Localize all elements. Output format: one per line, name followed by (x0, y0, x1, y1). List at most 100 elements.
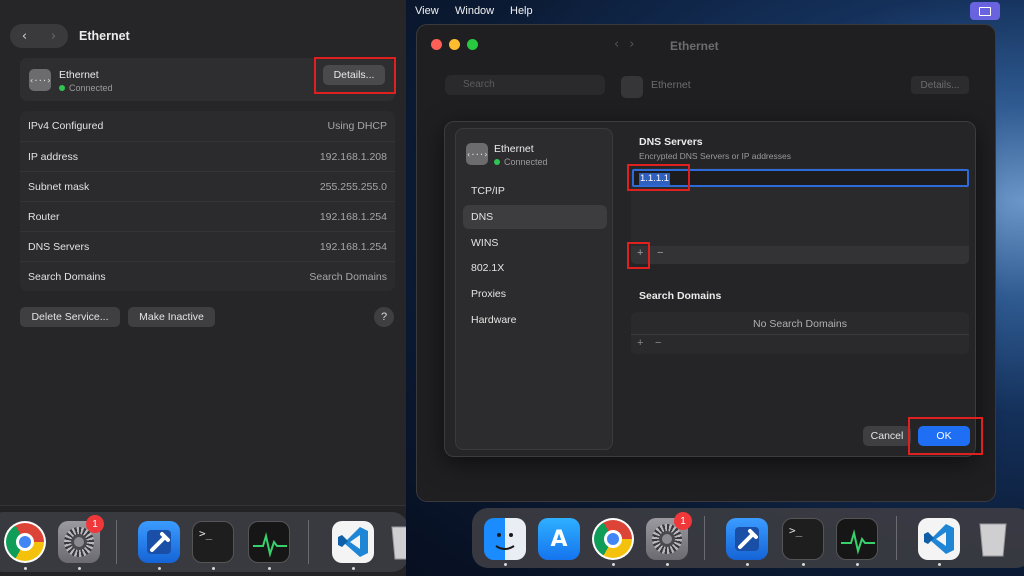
running-indicator (938, 563, 941, 566)
dns-add-remove-bar: + − (631, 246, 969, 264)
background-details-button: Details... (911, 76, 969, 94)
xcode-icon[interactable] (726, 518, 768, 560)
background-nav-arrows-icon: ‹› (614, 37, 645, 52)
terminal-icon[interactable]: >_ (782, 518, 824, 560)
details-sidebar: ‹···› Ethernet Connected TCP/IP DNS WINS… (455, 128, 613, 450)
network-info-card: IPv4 Configured Using DHCP IP address 192.… (20, 111, 395, 291)
dns-remove-button[interactable]: − (657, 247, 663, 259)
activity-monitor-icon[interactable] (248, 521, 290, 563)
running-indicator (856, 563, 859, 566)
info-label: IPv4 Configured (28, 120, 104, 132)
sidebar-item-wins[interactable]: WINS (463, 231, 607, 255)
dock-separator (308, 520, 309, 564)
left-screenshot-pane: ‹ › Ethernet ‹···› Ethernet Connected De… (0, 0, 406, 576)
info-row: IP address 192.168.1.208 (20, 141, 395, 171)
running-indicator (158, 567, 161, 570)
info-row: Search Domains Search Domains (20, 261, 395, 291)
back-arrow-icon[interactable]: ‹ (22, 29, 27, 44)
highlight-box-add (627, 242, 650, 269)
help-button[interactable]: ? (374, 307, 394, 327)
sidebar-item-dns[interactable]: DNS (463, 205, 607, 229)
running-indicator (612, 563, 615, 566)
dock-separator (704, 516, 705, 560)
search-domains-title: Search Domains (639, 290, 722, 302)
running-indicator (352, 567, 355, 570)
running-indicator (666, 563, 669, 566)
sidebar-item-tcpip[interactable]: TCP/IP (463, 179, 607, 203)
running-indicator (268, 567, 271, 570)
app-store-icon[interactable]: A (538, 518, 580, 560)
info-value: 192.168.1.254 (319, 210, 387, 223)
notification-badge: 1 (86, 515, 104, 533)
nav-buttons: ‹ › (10, 24, 68, 48)
sidebar-service-name: Ethernet (494, 143, 534, 155)
sidebar-status-text: Connected (504, 157, 548, 167)
make-inactive-button[interactable]: Make Inactive (128, 307, 215, 327)
chrome-icon[interactable] (4, 521, 46, 563)
running-indicator (24, 567, 27, 570)
menu-help[interactable]: Help (510, 5, 533, 17)
info-value: Using DHCP (327, 120, 387, 132)
background-window-title: Ethernet (670, 39, 719, 53)
activity-monitor-icon[interactable] (836, 518, 878, 560)
info-row: Subnet mask 255.255.255.0 (20, 171, 395, 201)
service-status: Connected (59, 83, 113, 93)
search-domain-add-button[interactable]: + (637, 337, 643, 349)
terminal-icon[interactable]: >_ (192, 521, 234, 563)
connected-dot-icon (494, 159, 500, 165)
sidebar-item-hardware[interactable]: Hardware (463, 308, 607, 332)
connected-dot-icon (59, 85, 65, 91)
info-value: Search Domains (309, 270, 387, 283)
dock-right: A 1 >_ (472, 508, 1024, 568)
highlight-box-details (314, 57, 396, 94)
close-window-icon[interactable] (431, 39, 442, 50)
search-domains-add-remove-bar: + − (631, 334, 969, 354)
highlight-box-ok (908, 417, 983, 455)
vscode-icon[interactable] (918, 518, 960, 560)
sidebar-item-8021x[interactable]: 802.1X (463, 256, 607, 280)
trash-icon[interactable] (972, 518, 1014, 560)
dock-separator (116, 520, 117, 564)
dns-servers-title: DNS Servers (639, 136, 703, 148)
dock-left: 1 >_ (0, 512, 406, 572)
info-row: IPv4 Configured Using DHCP (20, 111, 395, 141)
sidebar-item-proxies[interactable]: Proxies (463, 282, 607, 306)
info-label: Search Domains (28, 270, 106, 283)
delete-service-button[interactable]: Delete Service... (20, 307, 120, 327)
search-domains-empty-text: No Search Domains (753, 318, 847, 330)
right-screenshot-pane: View Window Help ‹› Ethernet Search Ethe… (406, 0, 1024, 576)
search-domain-remove-button[interactable]: − (655, 337, 661, 349)
search-domains-list: No Search Domains + − (631, 312, 969, 354)
highlight-box-dns-entry (627, 164, 690, 191)
notification-badge: 1 (674, 512, 692, 530)
menu-view[interactable]: View (415, 5, 439, 17)
info-label: Router (28, 210, 60, 223)
chrome-icon[interactable] (592, 518, 634, 560)
ethernet-icon: ‹···› (29, 69, 51, 91)
info-label: Subnet mask (28, 180, 90, 193)
xcode-icon[interactable] (138, 521, 180, 563)
minimize-window-icon[interactable] (449, 39, 460, 50)
menu-window[interactable]: Window (455, 5, 494, 17)
info-value: 255.255.255.0 (319, 180, 387, 193)
cancel-button[interactable]: Cancel (863, 426, 911, 446)
window-title: Ethernet (79, 29, 130, 43)
ethernet-details-sheet: ‹···› Ethernet Connected TCP/IP DNS WINS… (444, 121, 983, 457)
running-indicator (212, 567, 215, 570)
info-value: 192.168.1.208 (319, 150, 387, 163)
zoom-window-icon[interactable] (467, 39, 478, 50)
forward-arrow-icon[interactable]: › (51, 29, 56, 44)
background-search-field: Search (445, 75, 605, 95)
background-ethernet-icon (621, 76, 643, 98)
trash-icon[interactable] (384, 521, 406, 563)
background-service-row: Ethernet Details... (615, 73, 985, 99)
finder-icon[interactable] (484, 518, 526, 560)
info-label: IP address (28, 150, 79, 163)
sidebar-service-status: Connected (494, 157, 548, 167)
vscode-icon[interactable] (332, 521, 374, 563)
system-settings-window: ‹› Ethernet Search Ethernet Details... ‹… (416, 24, 996, 502)
service-status-text: Connected (69, 83, 113, 93)
running-indicator (78, 567, 81, 570)
info-row: Router 192.168.1.254 (20, 201, 395, 231)
screen-mirroring-icon[interactable] (970, 2, 1000, 20)
